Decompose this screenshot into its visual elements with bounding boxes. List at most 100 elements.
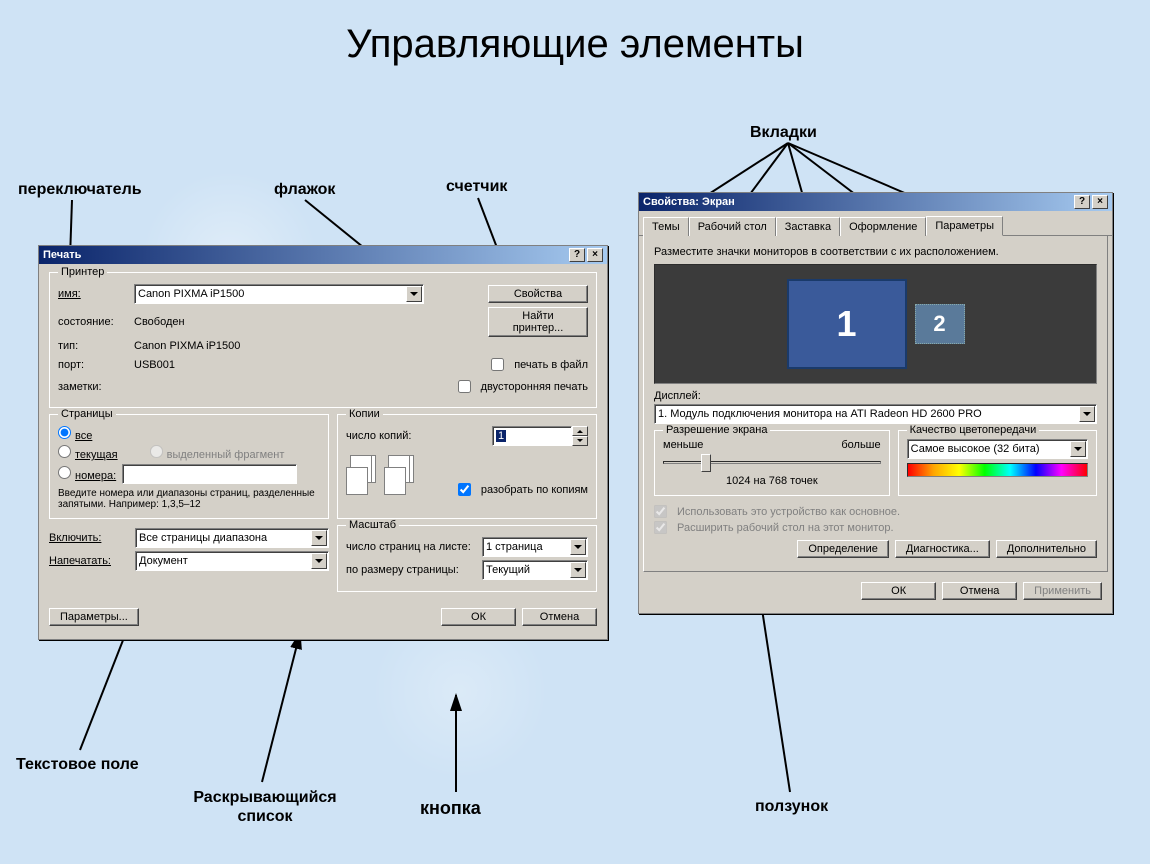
chevron-down-icon[interactable] — [311, 530, 327, 546]
print-dialog: Печать ? × Принтер имя: Canon PIXMA iP15… — [38, 245, 608, 640]
display-ok-button[interactable]: ОК — [861, 582, 936, 600]
display-cancel-button[interactable]: Отмена — [942, 582, 1017, 600]
radio-all[interactable]: все — [58, 426, 92, 442]
printer-properties-button[interactable]: Свойства — [488, 285, 588, 303]
printer-group: Принтер имя: Canon PIXMA iP1500 Свойства… — [49, 272, 597, 408]
help-icon[interactable]: ? — [569, 248, 585, 262]
find-printer-button[interactable]: Найти принтер... — [488, 307, 588, 337]
scale-group: Масштаб число страниц на листе: 1 страни… — [337, 525, 597, 592]
tab-appearance[interactable]: Оформление — [840, 217, 926, 236]
color-quality-group: Качество цветопередачи Самое высокое (32… — [898, 430, 1097, 496]
printwhat-combo[interactable]: Документ — [135, 551, 329, 571]
params-button[interactable]: Параметры... — [49, 608, 139, 626]
copies-group-label: Копии — [346, 408, 383, 420]
annotation-dropdown: Раскрывающийся список — [170, 788, 360, 826]
pages-hint: Введите номера или диапазоны страниц, ра… — [58, 488, 320, 510]
resolution-value: 1024 на 768 точек — [663, 475, 881, 487]
duplex-checkbox[interactable]: двусторонняя печать — [458, 380, 588, 393]
print-titlebar[interactable]: Печать ? × — [39, 246, 607, 264]
chevron-down-icon[interactable] — [406, 286, 422, 302]
slide-title: Управляющие элементы — [0, 22, 1150, 67]
tab-themes[interactable]: Темы — [643, 217, 689, 236]
tab-settings[interactable]: Параметры — [926, 216, 1003, 236]
print-title: Печать — [43, 249, 81, 261]
copies-count-label: число копий: — [346, 430, 411, 442]
radio-current[interactable]: текущая — [58, 445, 118, 461]
annotation-switch: переключатель — [18, 181, 142, 199]
resolution-slider[interactable] — [663, 451, 881, 475]
display-title: Свойства: Экран — [643, 196, 735, 208]
print-to-file-label: печать в файл — [514, 359, 588, 371]
identify-button[interactable]: Определение — [797, 540, 889, 558]
include-label: Включить: — [49, 532, 129, 544]
advanced-button[interactable]: Дополнительно — [996, 540, 1097, 558]
close-icon[interactable]: × — [587, 248, 603, 262]
annotation-button: кнопка — [420, 798, 481, 819]
chevron-down-icon[interactable] — [570, 562, 586, 578]
display-select-label: Дисплей: — [654, 390, 1097, 402]
fit-to-page-value: Текущий — [486, 564, 530, 576]
annotation-spinner: счетчик — [446, 178, 507, 196]
monitor-arrange-area[interactable]: 1 2 — [654, 264, 1097, 384]
printer-group-label: Принтер — [58, 266, 107, 278]
port-label: порт: — [58, 359, 128, 371]
annotation-flag: флажок — [274, 181, 335, 199]
use-as-primary-checkbox: Использовать это устройство как основное… — [654, 505, 1097, 518]
radio-numbers[interactable]: номера: — [58, 466, 116, 482]
color-quality-value: Самое высокое (32 бита) — [911, 443, 1040, 455]
radio-all-label: все — [75, 430, 92, 442]
help-icon[interactable]: ? — [1074, 195, 1090, 209]
display-select-combo[interactable]: 1. Модуль подключения монитора на ATI Ra… — [654, 404, 1097, 424]
color-preview-bar — [907, 463, 1088, 477]
tab-desktop[interactable]: Рабочий стол — [689, 217, 776, 236]
slider-thumb[interactable] — [701, 454, 711, 472]
collate-checkbox[interactable]: разобрать по копиям — [458, 483, 588, 496]
type-label: тип: — [58, 340, 128, 352]
collate-icon-group — [346, 455, 418, 499]
close-icon[interactable]: × — [1092, 195, 1108, 209]
chevron-down-icon[interactable] — [311, 553, 327, 569]
pages-group: Страницы все текущая выделенный фрагмент… — [49, 414, 329, 519]
copies-value: 1 — [496, 430, 506, 442]
monitor-2[interactable]: 2 — [915, 304, 965, 344]
pages-per-sheet-value: 1 страница — [486, 541, 543, 553]
display-titlebar[interactable]: Свойства: Экран ? × — [639, 193, 1112, 211]
ok-button[interactable]: ОК — [441, 608, 516, 626]
tab-screensaver[interactable]: Заставка — [776, 217, 840, 236]
chevron-down-icon[interactable] — [1079, 406, 1095, 422]
spinner-up-icon[interactable] — [572, 426, 588, 436]
diagnostics-button[interactable]: Диагностика... — [895, 540, 990, 558]
tab-strip: Темы Рабочий стол Заставка Оформление Па… — [639, 211, 1112, 236]
display-apply-button[interactable]: Применить — [1023, 582, 1102, 600]
display-select-value: 1. Модуль подключения монитора на ATI Ra… — [658, 408, 982, 420]
color-quality-label: Качество цветопередачи — [907, 424, 1040, 436]
include-value: Все страницы диапазона — [139, 532, 267, 544]
monitor-1[interactable]: 1 — [787, 279, 907, 369]
color-quality-combo[interactable]: Самое высокое (32 бита) — [907, 439, 1088, 459]
collate-label: разобрать по копиям — [481, 484, 588, 496]
printer-name-combo[interactable]: Canon PIXMA iP1500 — [134, 284, 424, 304]
resolution-group: Разрешение экрана меньше больше 1024 на … — [654, 430, 890, 496]
chevron-down-icon[interactable] — [570, 539, 586, 555]
status-value: Свободен — [134, 316, 185, 328]
copies-group: Копии число копий: 1 — [337, 414, 597, 519]
include-combo[interactable]: Все страницы диапазона — [135, 528, 329, 548]
cancel-button[interactable]: Отмена — [522, 608, 597, 626]
page-numbers-input[interactable] — [122, 464, 297, 484]
fit-to-page-label: по размеру страницы: — [346, 564, 476, 576]
resolution-group-label: Разрешение экрана — [663, 424, 770, 436]
print-to-file-checkbox[interactable]: печать в файл — [491, 358, 588, 371]
type-value: Canon PIXMA iP1500 — [134, 340, 240, 352]
radio-current-label: текущая — [75, 449, 118, 461]
copies-spinner[interactable]: 1 — [492, 426, 588, 446]
extend-desktop-checkbox: Расширить рабочий стол на этот монитор. — [654, 521, 1097, 534]
status-label: состояние: — [58, 316, 128, 328]
spinner-down-icon[interactable] — [572, 436, 588, 446]
chevron-down-icon[interactable] — [1070, 441, 1086, 457]
pages-per-sheet-combo[interactable]: 1 страница — [482, 537, 588, 557]
annotation-tabs: Вкладки — [750, 124, 817, 142]
fit-to-page-combo[interactable]: Текущий — [482, 560, 588, 580]
printwhat-value: Документ — [139, 555, 188, 567]
scale-group-label: Масштаб — [346, 519, 399, 531]
radio-numbers-label: номера: — [75, 470, 116, 482]
